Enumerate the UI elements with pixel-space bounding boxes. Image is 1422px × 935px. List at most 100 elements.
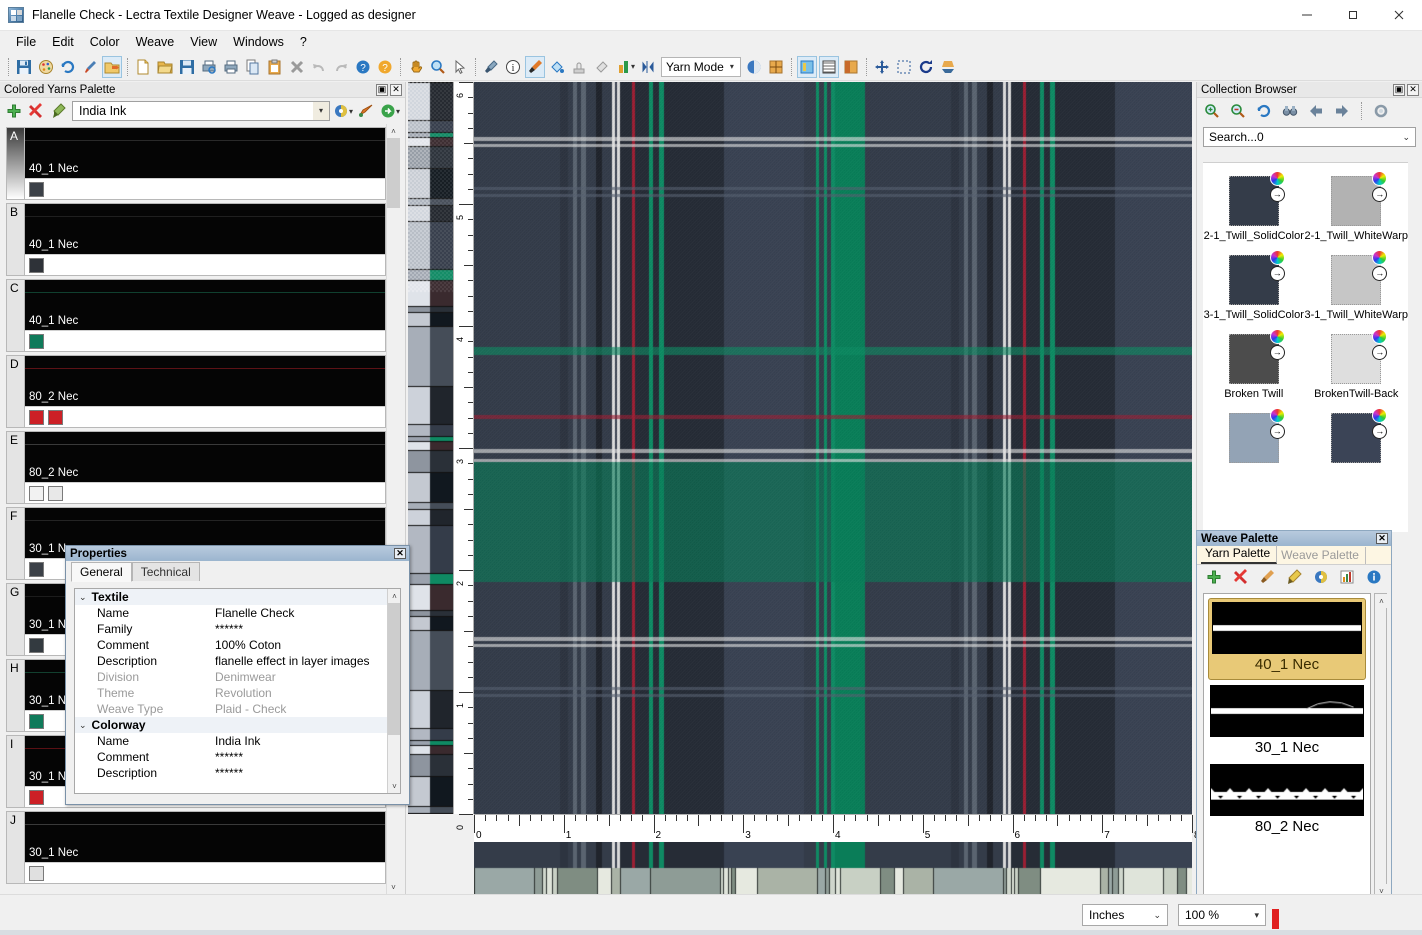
yarn-color-swatch[interactable]	[29, 409, 44, 425]
yarn-row[interactable]: J 30_1 Nec	[6, 811, 386, 884]
eyedropper-icon[interactable]	[481, 56, 501, 78]
properties-dialog-titlebar[interactable]: Properties ✕	[66, 546, 409, 561]
property-row[interactable]: Comment 100% Coton	[75, 637, 387, 653]
yarn-color-swatch[interactable]	[29, 181, 44, 197]
yarn-color-swatch[interactable]	[29, 637, 44, 653]
collection-item-thumbnail[interactable]: →	[1331, 171, 1388, 226]
collection-item[interactable]: → BrokenTwill-Back	[1304, 321, 1408, 400]
info-help-icon[interactable]: ?	[375, 56, 395, 78]
stamp-icon[interactable]	[569, 56, 589, 78]
weave-scroll-up-button[interactable]: ˄	[1375, 594, 1388, 608]
open-folder-icon[interactable]	[155, 56, 175, 78]
weft-view-icon[interactable]	[818, 55, 839, 78]
weave-palette-close-button[interactable]: ✕	[1376, 533, 1388, 544]
yarn-panel-close-button[interactable]: ✕	[390, 83, 402, 96]
weave-item-thumbnail[interactable]	[1210, 764, 1364, 816]
add-yarn-icon[interactable]	[4, 100, 24, 122]
eraser-icon[interactable]	[591, 56, 611, 78]
chevron-down-icon[interactable]: ⌄	[79, 720, 87, 731]
print-preview-icon[interactable]	[199, 56, 219, 78]
flip-icon[interactable]	[938, 56, 958, 78]
menu-windows[interactable]: Windows	[225, 32, 292, 52]
weave-palette-item[interactable]: 30_1 Nec	[1210, 685, 1364, 759]
zoom-combo[interactable]: 100 % ▾	[1178, 904, 1266, 926]
yarn-color-swatch[interactable]	[29, 485, 44, 501]
collection-item[interactable]: → 3-1_Twill_WhiteWarp	[1304, 242, 1408, 321]
color-mix-icon[interactable]	[744, 56, 764, 78]
save-icon[interactable]	[14, 56, 34, 78]
refresh-icon[interactable]	[58, 56, 78, 78]
property-row[interactable]: Name India Ink	[75, 733, 387, 749]
warp-yarn-strip[interactable]	[474, 842, 1192, 894]
weave-palette-list[interactable]: 40_1 Nec 30_1 Nec 80_2 Nec	[1203, 593, 1371, 899]
move-icon[interactable]	[872, 56, 892, 78]
warp-view-icon[interactable]	[796, 55, 817, 78]
fabric-view-icon[interactable]	[841, 56, 861, 78]
yarn-scroll-up-button[interactable]: ˄	[387, 124, 400, 138]
tab-weave-palette[interactable]: Weave Palette	[1277, 547, 1366, 564]
save-disk-icon[interactable]	[177, 56, 197, 78]
yarn-scroll-thumb[interactable]	[387, 138, 400, 208]
brush-icon[interactable]	[80, 56, 100, 78]
yarn-color-swatch[interactable]	[29, 865, 44, 881]
forward-arrow-icon[interactable]	[1332, 100, 1352, 122]
zoom-in-icon[interactable]	[1202, 100, 1222, 122]
properties-scroll-thumb[interactable]	[388, 603, 400, 735]
zoom-icon[interactable]	[428, 56, 448, 78]
collection-item-thumbnail[interactable]: →	[1331, 329, 1388, 384]
new-document-icon[interactable]	[133, 56, 153, 78]
weave-palette-item[interactable]: 40_1 Nec	[1208, 598, 1366, 680]
pencil-icon[interactable]	[1284, 566, 1304, 588]
zoom-out-icon[interactable]	[1228, 100, 1248, 122]
chart-icon[interactable]	[1338, 566, 1358, 588]
collection-browser-pin-button[interactable]: ▣	[1393, 83, 1405, 96]
maximize-button[interactable]	[1330, 0, 1376, 31]
properties-group-header[interactable]: ⌄ Colorway	[75, 717, 387, 733]
yarn-color-swatch[interactable]	[29, 257, 44, 273]
yarn-row[interactable]: C 40_1 Nec	[6, 279, 386, 352]
redo-icon[interactable]	[331, 56, 351, 78]
units-arrow[interactable]: ⌄	[1147, 910, 1167, 921]
pan-hand-icon[interactable]	[406, 56, 426, 78]
delete-yarn-icon[interactable]	[26, 100, 46, 122]
paint-horn-icon[interactable]	[356, 100, 376, 122]
collection-search-arrow[interactable]: ⌄	[1402, 132, 1415, 143]
collection-item-thumbnail[interactable]: →	[1228, 408, 1285, 463]
color-wheel-icon[interactable]	[1311, 566, 1331, 588]
yarn-row[interactable]: D 80_2 Nec	[6, 355, 386, 428]
collection-item[interactable]: →	[1203, 400, 1304, 467]
paste-icon[interactable]	[265, 56, 285, 78]
collection-item-thumbnail[interactable]: →	[1331, 250, 1388, 305]
weft-yarn-strip[interactable]	[408, 82, 453, 814]
properties-dialog[interactable]: Properties ✕ General Technical ⌄ Textile N…	[65, 545, 410, 805]
yarn-color-swatch[interactable]	[29, 561, 44, 577]
property-row[interactable]: Family ******	[75, 621, 387, 637]
collection-item-thumbnail[interactable]: →	[1331, 408, 1388, 463]
help-icon[interactable]: ?	[353, 56, 373, 78]
collection-search-combo[interactable]: Search...0 ⌄	[1203, 127, 1416, 147]
info-icon[interactable]	[1364, 566, 1384, 588]
properties-dialog-close-button[interactable]: ✕	[394, 548, 406, 559]
property-row[interactable]: Description flanelle effect in layer imag…	[75, 653, 387, 669]
properties-group-header[interactable]: ⌄ Textile	[75, 589, 387, 605]
edit-yarn-icon[interactable]	[48, 100, 68, 122]
chevron-down-icon[interactable]: ⌄	[79, 592, 87, 603]
yarn-scroll-down-button[interactable]: ˅	[387, 880, 400, 894]
collection-item-grid[interactable]: → 2-1_Twill_SolidColor → 2-1_Twill_WhiteWar…	[1203, 162, 1408, 532]
tab-technical[interactable]: Technical	[131, 562, 200, 581]
rotate-icon[interactable]	[916, 56, 936, 78]
collection-item[interactable]: →	[1304, 400, 1408, 467]
properties-grid[interactable]: ⌄ Textile Name Flanelle Check Family ****** Co…	[75, 589, 387, 793]
refresh-icon[interactable]	[1254, 100, 1274, 122]
menu-file[interactable]: File	[8, 32, 44, 52]
collection-scrollbar[interactable]	[1409, 162, 1422, 532]
yarn-color-swatch[interactable]	[48, 485, 63, 501]
properties-scroll-down-button[interactable]: ˅	[388, 779, 400, 793]
collection-item[interactable]: → 2-1_Twill_SolidColor	[1203, 163, 1304, 242]
menu-help[interactable]: ?	[292, 32, 315, 52]
properties-scroll-up-button[interactable]: ˄	[388, 589, 400, 603]
colorway-combo[interactable]: India Ink ▾	[72, 101, 330, 121]
pointer-icon[interactable]	[450, 56, 470, 78]
open-export-icon[interactable]	[102, 55, 122, 78]
fabric-render[interactable]	[474, 82, 1192, 814]
